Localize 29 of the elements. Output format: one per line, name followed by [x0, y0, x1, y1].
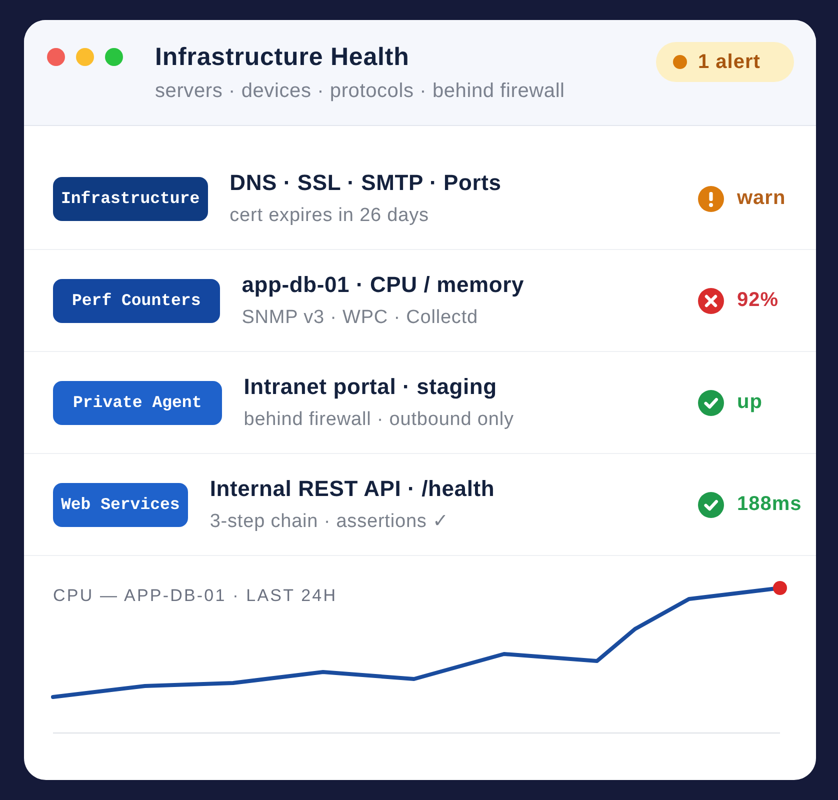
category-tag: Perf Counters [53, 278, 220, 322]
window-minimize-icon[interactable] [76, 48, 94, 66]
category-tag: Web Services [53, 482, 188, 526]
alert-count: 1 alert [698, 50, 760, 74]
cross-circle-icon [698, 288, 724, 314]
check-circle-icon [698, 492, 724, 518]
window-title: Infrastructure Health [155, 42, 410, 73]
check-detail: cert expires in 26 days [230, 204, 429, 228]
status-label: 188ms [737, 493, 802, 516]
check-title: Internal REST API · /health [210, 475, 495, 503]
status-label: warn [737, 187, 786, 210]
chart-title: CPU — APP-DB-01 · LAST 24H [53, 586, 338, 606]
check-title: DNS · SSL · SMTP · Ports [230, 169, 502, 197]
category-tag: Infrastructure [53, 176, 208, 220]
check-circle-icon [698, 390, 724, 416]
window-zoom-icon[interactable] [105, 48, 123, 66]
window-close-icon[interactable] [47, 48, 65, 66]
check-detail: 3-step chain · assertions ✓ [210, 510, 449, 534]
check-title: app-db-01 · CPU / memory [242, 271, 524, 299]
window-subtitle: servers · devices · protocols · behind firewall [155, 79, 565, 103]
exclamation-icon [698, 186, 724, 212]
status-label: up [737, 391, 762, 414]
check-detail: SNMP v3 · WPC · Collectd [242, 306, 478, 330]
alert-dot-icon [673, 55, 687, 69]
category-tag: Private Agent [53, 380, 222, 424]
latest-point-icon [773, 581, 787, 595]
check-title: Intranet portal · staging [244, 373, 497, 401]
status-label: 92% [737, 289, 779, 312]
check-detail: behind firewall · outbound only [244, 408, 514, 432]
